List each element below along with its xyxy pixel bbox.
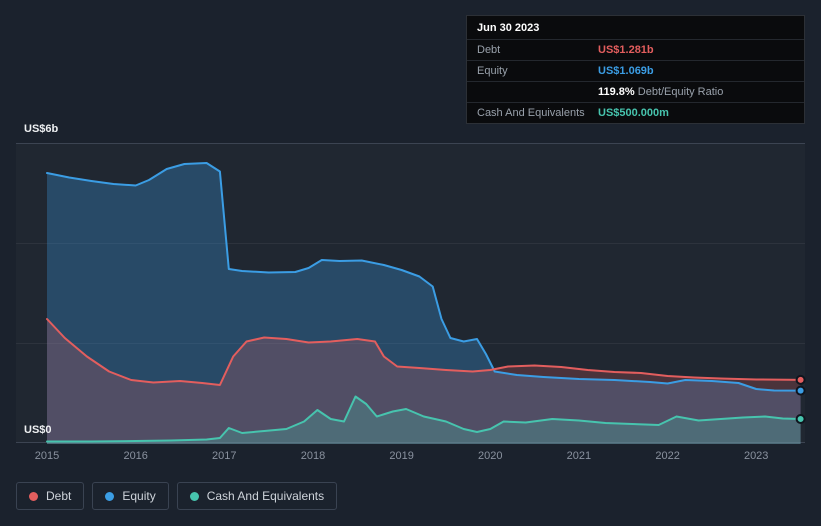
equity-dot-icon [105,491,115,501]
y-axis-label-max: US$6b [24,123,59,135]
x-axis-tick: 2023 [743,450,769,462]
equity-label: Equity [477,65,508,77]
x-axis-tick: 2018 [300,450,326,462]
tooltip-row-debt: Debt US$1.281b [467,39,804,60]
legend-label-equity: Equity [122,489,156,503]
cash-value: US$500.000m [598,107,669,119]
tooltip-row-equity: Equity US$1.069b [467,60,804,81]
legend-item-cash[interactable]: Cash And Equivalents [176,482,338,510]
debt-dot-icon [29,491,38,501]
debt-value: US$1.281b [598,44,654,56]
x-axis: 2015 2016 2017 2018 2019 2020 2021 2022 2023 [16,450,805,464]
chart-plot[interactable] [16,144,806,444]
tooltip-row-cash: Cash And Equivalents US$500.000m [467,102,804,123]
equity-value: US$1.069b [598,65,654,77]
x-axis-tick: 2017 [212,450,237,462]
cash-dot-icon [189,491,199,501]
y-axis-label-min: US$0 [24,424,52,436]
x-axis-tick: 2015 [34,450,60,462]
legend-item-equity[interactable]: Equity [92,482,169,510]
ratio-caption: Debt/Equity Ratio [637,86,724,98]
x-axis-tick: 2021 [566,450,592,462]
x-axis-tick: 2022 [655,450,680,462]
cash-label: Cash And Equivalents [477,107,585,119]
tooltip-date: Jun 30 2023 [477,22,540,34]
tooltip: Jun 30 2023 Debt US$1.281b Equity US$1.0… [466,15,805,124]
x-axis-tick: 2016 [123,450,148,462]
legend-label-cash: Cash And Equivalents [206,489,325,503]
debt-label: Debt [477,44,501,56]
legend-item-debt[interactable]: Debt [16,482,85,510]
legend: Debt Equity Cash And Equivalents [16,482,338,510]
chart-area[interactable] [16,143,806,444]
x-axis-tick: 2020 [478,450,503,462]
legend-label-debt: Debt [46,489,72,503]
x-axis-tick: 2019 [389,450,414,462]
ratio-value: 119.8% Debt/Equity Ratio [598,86,723,98]
tooltip-row-ratio: 119.8% Debt/Equity Ratio [467,81,804,102]
ratio-percent: 119.8% [598,86,635,98]
